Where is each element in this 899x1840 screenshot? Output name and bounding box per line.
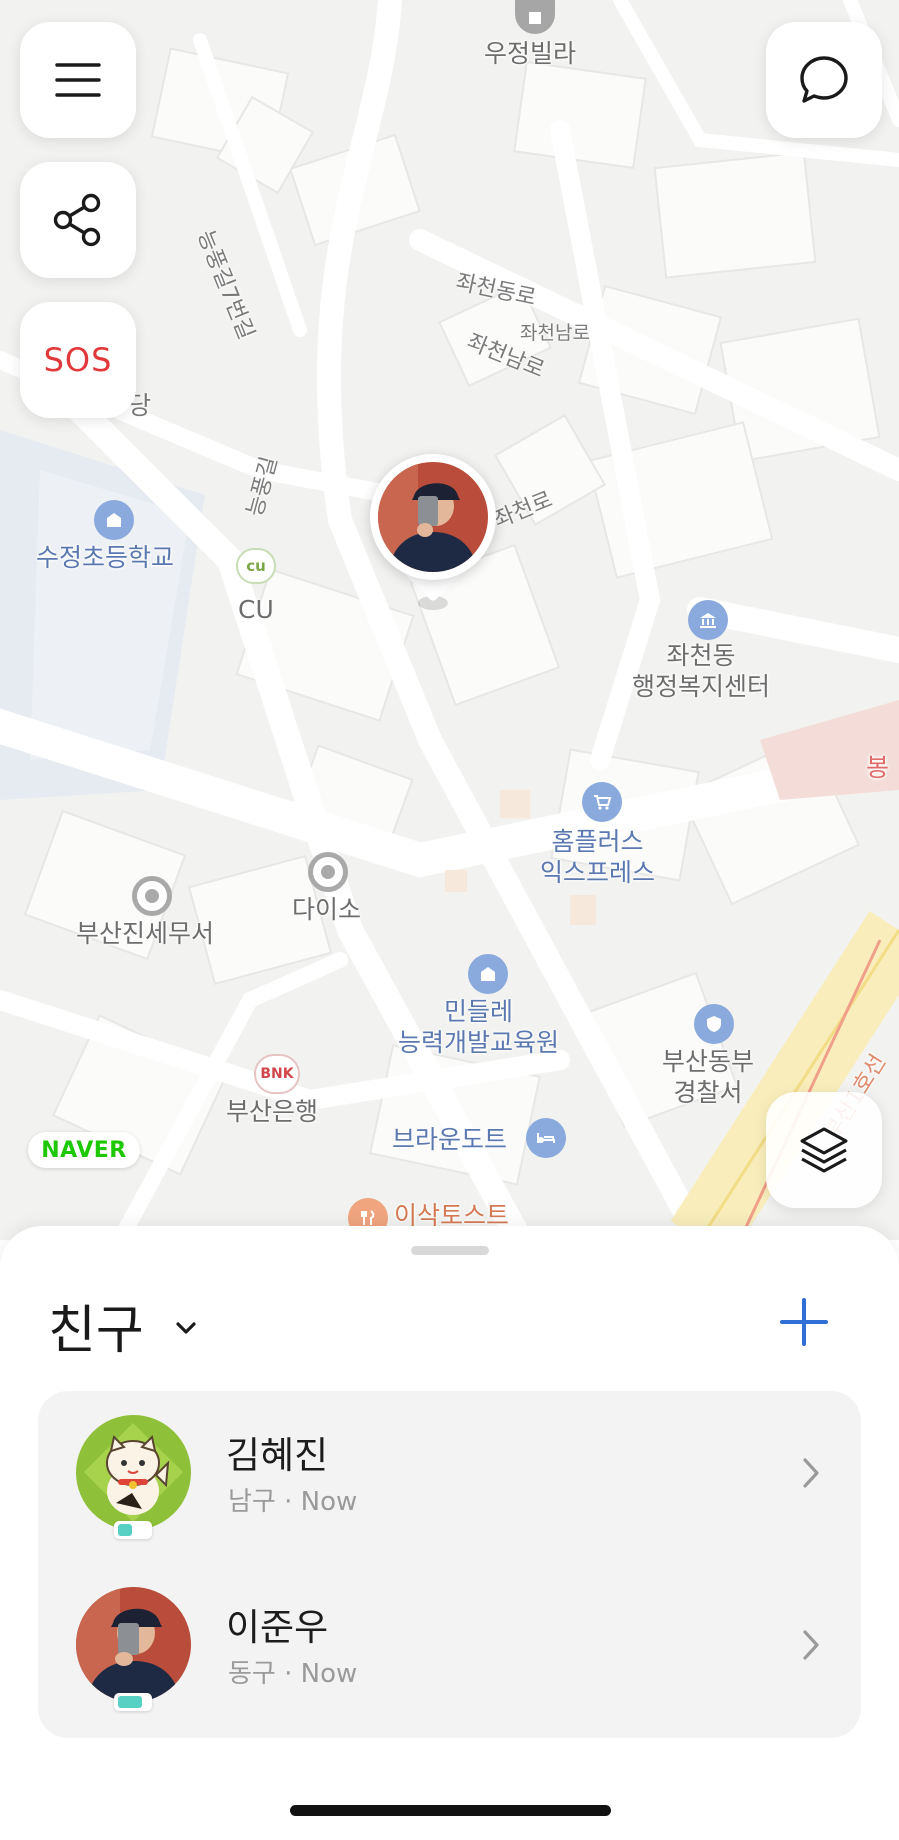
sos-button[interactable]: SOS	[20, 302, 136, 418]
education-icon	[468, 954, 508, 994]
chevron-right-icon	[803, 1458, 819, 1488]
tax-office-icon	[132, 876, 172, 916]
government-icon	[688, 600, 728, 640]
poi-label-busanjin-tax: 부산진세무서	[76, 919, 215, 948]
plus-icon	[780, 1298, 828, 1346]
home-indicator[interactable]	[290, 1805, 611, 1816]
battery-indicator	[114, 1693, 152, 1711]
poi-label-cu: CU	[238, 595, 274, 624]
sos-label: SOS	[43, 341, 113, 379]
battery-fill	[118, 1524, 132, 1536]
police-icon	[694, 1004, 734, 1044]
layers-button[interactable]	[766, 1092, 882, 1208]
cu-store-icon: cu	[236, 548, 276, 584]
battery-fill	[118, 1696, 142, 1708]
share-button[interactable]	[20, 162, 136, 278]
menu-button[interactable]	[20, 22, 136, 138]
shopping-cart-icon	[582, 782, 622, 822]
poi-label-homeplus: 홈플러스 익스프레스	[540, 827, 656, 888]
chat-button[interactable]	[766, 22, 882, 138]
hotel-icon	[526, 1118, 566, 1158]
chat-bubble-icon	[800, 56, 848, 103]
user-avatar-photo	[378, 462, 488, 572]
chevron-right-icon	[803, 1630, 819, 1660]
friend-name: 이준우	[226, 1606, 329, 1649]
sheet-grab-handle[interactable]	[411, 1246, 489, 1255]
poi-label-sujeong-school: 수정초등학교	[36, 543, 175, 572]
naver-attribution: NAVER	[28, 1132, 140, 1168]
daiso-icon	[308, 852, 348, 892]
battery-indicator	[114, 1521, 152, 1539]
friend-location-time: 남구 · Now	[228, 1487, 358, 1517]
cu-badge: cu	[246, 557, 266, 575]
sheet-title[interactable]: 친구	[48, 1288, 144, 1363]
poi-label-woojeong-villa: 우정빌라	[484, 39, 577, 68]
road-label-jwacheon-nam-ro-small: 좌천남로	[520, 322, 590, 344]
share-icon	[53, 193, 101, 247]
poi-label-bnk-bank: 부산은행	[226, 1097, 319, 1126]
friends-list: 김혜진 남구 · Now 이준우 동구 · Now	[38, 1391, 861, 1738]
add-friend-button[interactable]	[776, 1294, 832, 1350]
friend-name: 김혜진	[226, 1434, 329, 1477]
school-icon	[94, 500, 134, 540]
poi-label-busan-police: 부산동부 경찰서	[662, 1047, 755, 1108]
poi-label-jwacheon-center: 좌천동 행정복지센터	[632, 641, 771, 702]
friend-avatar	[76, 1587, 191, 1702]
layers-icon	[800, 1127, 848, 1173]
poi-label-partial-bong: 봉	[866, 753, 890, 782]
poi-label-brown-dot: 브라운도트	[392, 1125, 508, 1154]
poi-label-mindeulle: 민들레 능력개발교육원	[398, 997, 560, 1058]
chevron-down-icon[interactable]	[172, 1318, 200, 1338]
friend-row[interactable]: 김혜진 남구 · Now	[38, 1403, 861, 1553]
hamburger-icon	[55, 63, 101, 97]
friend-avatar	[76, 1415, 191, 1530]
user-location-pin[interactable]	[370, 454, 496, 614]
friends-bottom-sheet[interactable]: 친구 김혜진 남구 · Now 이준우 동구 · Now	[0, 1226, 899, 1840]
bnk-badge: BNK	[260, 1066, 294, 1082]
poi-label-daiso: 다이소	[292, 895, 362, 924]
bnk-icon: BNK	[254, 1054, 300, 1094]
friend-row[interactable]: 이준우 동구 · Now	[38, 1575, 861, 1725]
friend-location-time: 동구 · Now	[228, 1659, 358, 1689]
